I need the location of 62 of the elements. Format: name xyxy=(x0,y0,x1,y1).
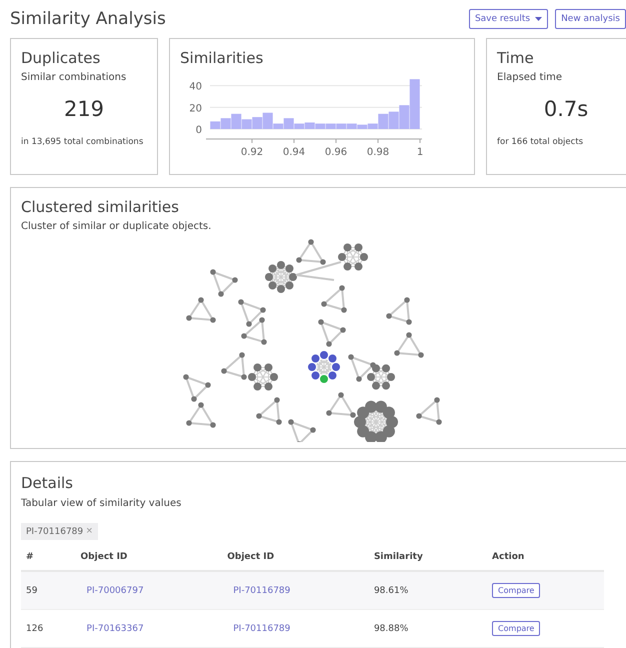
close-button[interactable]: × xyxy=(86,526,93,537)
node-cluster xyxy=(288,419,316,442)
x-tick-label: 0.98 xyxy=(366,147,390,158)
link-edge xyxy=(296,261,342,281)
save-results-button[interactable]: Save results xyxy=(468,9,548,29)
node-cluster xyxy=(348,354,376,382)
object-link[interactable]: PI-70116789 xyxy=(227,624,290,634)
x-tick-label: 0.92 xyxy=(240,147,264,158)
node-cluster xyxy=(416,397,442,425)
table-cell: 126 xyxy=(21,610,76,648)
table-cell: 59 xyxy=(21,571,76,610)
node-cluster xyxy=(241,317,267,345)
x-tick-label: 0.96 xyxy=(324,147,348,158)
node-cluster xyxy=(256,397,282,425)
node-cluster xyxy=(183,374,211,402)
card-subtitle: Similar combinations xyxy=(21,72,128,83)
x-tick-label: 0.94 xyxy=(282,147,306,158)
caret-icon xyxy=(535,17,542,21)
card-title: Clustered similarities xyxy=(21,198,180,216)
y-tick-label: 40 xyxy=(189,82,202,93)
card-title: Similarities xyxy=(180,49,264,67)
new-analysis-button[interactable]: New analysis xyxy=(555,9,626,29)
y-tick-label: 0 xyxy=(196,125,202,136)
object-link[interactable]: PI-70116789 xyxy=(227,586,290,596)
card-title: Time xyxy=(497,49,535,67)
page-title: Similarity Analysis xyxy=(10,9,166,29)
node-cluster xyxy=(338,243,368,271)
card-subtitle: Tabular view of similarity values xyxy=(21,498,182,509)
histogram-bar xyxy=(252,117,262,129)
stat-footer: in 13,695 total combinations xyxy=(21,137,147,147)
stat-value: 0.7s xyxy=(542,97,590,121)
node-cluster xyxy=(238,299,266,327)
node-cluster xyxy=(367,364,395,390)
card-title: Details xyxy=(21,474,74,492)
node-cluster xyxy=(210,269,238,297)
histogram-bar xyxy=(220,118,231,129)
node-cluster xyxy=(265,261,297,293)
x-tick-label: 1 xyxy=(416,147,424,158)
node-cluster xyxy=(248,363,278,391)
node-cluster xyxy=(321,285,347,313)
node-cluster xyxy=(318,319,346,347)
stat-value: 219 xyxy=(62,97,106,121)
node-cluster xyxy=(386,297,412,325)
compare-button[interactable]: Compare xyxy=(492,583,540,598)
tag-label: PI-70116789 xyxy=(26,526,84,536)
histogram-bar xyxy=(388,112,399,129)
node-cluster xyxy=(221,352,247,380)
y-tick-label: 20 xyxy=(189,103,202,114)
card-title: Duplicates xyxy=(21,49,102,67)
node-cluster xyxy=(296,239,326,265)
card-subtitle: Cluster of similar or duplicate objects. xyxy=(21,221,212,232)
card-subtitle: Elapsed time xyxy=(497,72,564,83)
highlighted-node-cluster xyxy=(307,350,341,384)
object-link[interactable]: PI-70163367 xyxy=(80,624,144,634)
object-link[interactable]: PI-70006797 xyxy=(80,586,144,596)
compare-button[interactable]: Compare xyxy=(492,621,540,636)
stat-footer: for 166 total objects xyxy=(497,137,626,147)
node-cluster xyxy=(186,402,216,428)
table-cell: 98.61% xyxy=(368,571,488,610)
node-cluster xyxy=(394,332,424,358)
table-cell: 98.88% xyxy=(368,610,488,648)
node-cluster xyxy=(186,297,216,323)
